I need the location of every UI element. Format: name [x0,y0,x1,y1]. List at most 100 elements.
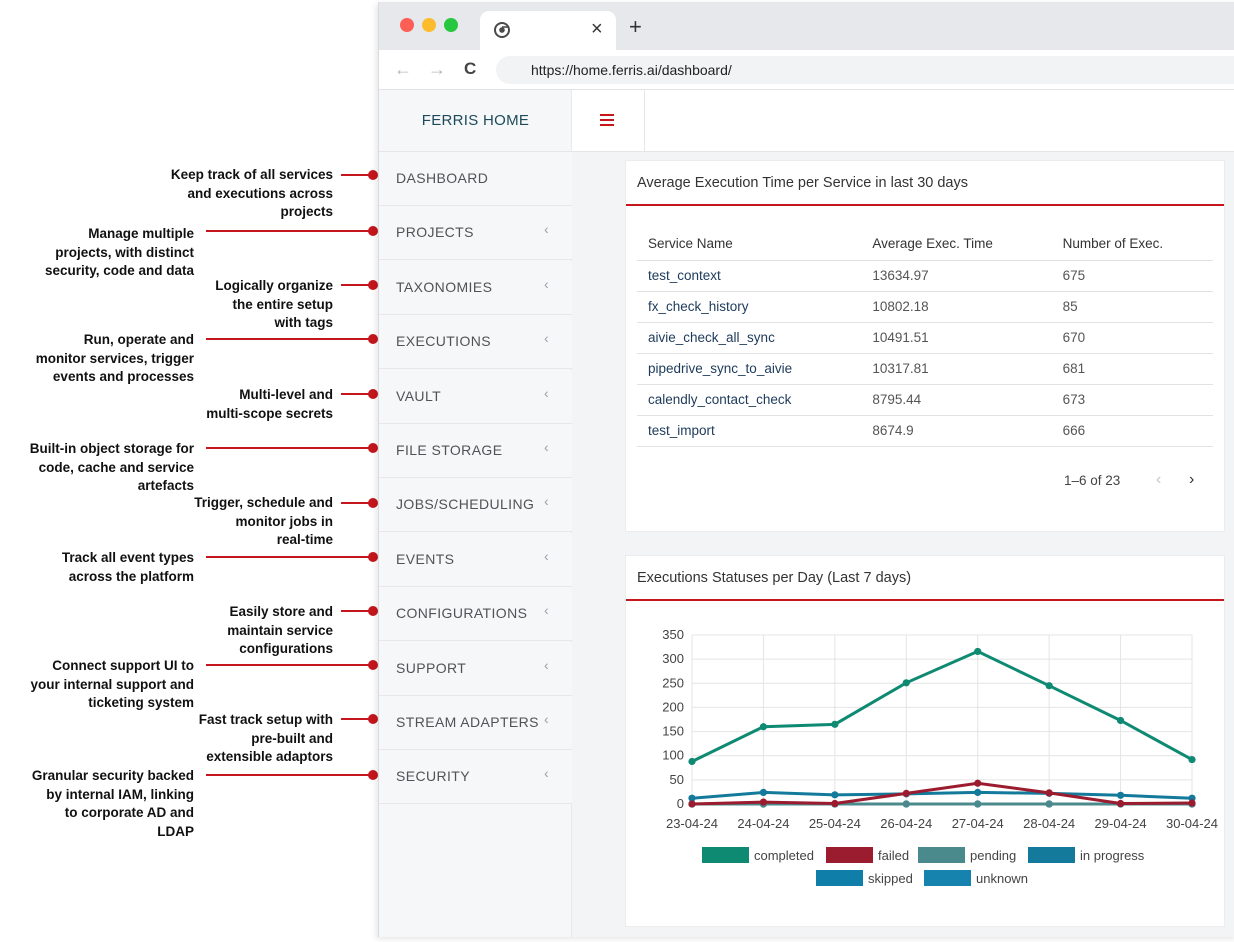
data-point [902,789,910,797]
sidebar-item-label: CONFIGURATIONS [396,605,528,622]
sidebar-item-vault[interactable]: VAULT ‹ [379,369,572,424]
x-tick-label: 29-04-24 [1095,816,1147,831]
sidebar-item-security[interactable]: SECURITY ‹ [379,750,572,805]
annotation-line: projects, with distinct [55,244,194,260]
annotation-text: Logically organize the entire setup with t… [215,277,333,333]
sidebar-item-support[interactable]: SUPPORT ‹ [379,641,572,696]
x-tick-label: 23-04-24 [666,816,718,831]
next-page-button[interactable]: › [1189,471,1194,489]
data-point [759,788,768,797]
chevron-left-icon: ‹ [544,547,549,564]
sidebar-item-executions[interactable]: EXECUTIONS ‹ [379,315,572,370]
brand-header[interactable]: FERRIS HOME [379,90,572,152]
browser-tab[interactable]: × [480,11,616,50]
data-point [1116,716,1125,725]
data-point [759,723,768,731]
exec-count-cell: 85 [1051,291,1213,323]
annotation-line: projects [280,204,333,219]
reload-icon[interactable]: C [464,59,476,79]
close-window-button[interactable] [400,18,414,32]
column-header[interactable]: Service Name [637,228,862,261]
annotation-leader-line [206,230,373,232]
avg-exec-time-cell: 8795.44 [861,384,1052,416]
annotation-line: Connect support UI to [52,658,194,673]
annotation-line: Logically organize [215,278,333,293]
sidebar-item-file-storage[interactable]: FILE STORAGE ‹ [379,424,572,478]
data-point [1116,799,1125,808]
forward-arrow-icon[interactable]: → [428,59,446,79]
annotation-line: Keep track of all services [170,167,333,182]
chevron-left-icon: ‹ [544,330,549,347]
sidebar-item-jobs-scheduling[interactable]: JOBS/SCHEDULING ‹ [379,478,572,533]
sidebar-item-label: JOBS/SCHEDULING [396,496,535,513]
card-divider [626,204,1224,206]
annotation-text: Connect support UI to your internal suppo… [30,657,194,713]
sidebar-item-label: SECURITY [396,768,470,785]
data-point [759,798,768,806]
screenshot-root: Keep track of all services and executions… [0,0,1234,942]
service-name-cell: test_context [637,260,862,292]
exec-time-card-title: Average Execution Time per Service in la… [637,175,968,191]
tab-close-icon[interactable]: × [591,18,603,41]
sidebar-item-projects[interactable]: PROJECTS ‹ [379,206,572,261]
annotation-line: monitor services, trigger [35,350,194,366]
table-row[interactable]: calendly_contact_check 8795.44 673 [637,384,1213,416]
chevron-left-icon: ‹ [544,765,549,782]
chevron-left-icon: ‹ [544,602,549,619]
legend-label: skipped [868,871,913,886]
exec-count-cell: 670 [1051,322,1213,354]
annotation-line: pre-built and [251,730,333,746]
annotation-line: code, cache and service [38,459,194,475]
table-row[interactable]: pipedrive_sync_to_aivie 10317.81 681 [637,353,1213,385]
sidebar-item-dashboard[interactable]: DASHBOARD [379,152,572,206]
back-arrow-icon[interactable]: ← [394,59,412,79]
prev-page-button[interactable]: ‹ [1156,471,1161,489]
table-row[interactable]: fx_check_history 10802.18 85 [637,291,1213,323]
maximize-window-button[interactable] [444,18,458,32]
exec-time-card: Average Execution Time per Service in la… [625,160,1225,532]
column-header[interactable]: Average Exec. Time [861,228,1052,261]
annotation-dot [368,770,378,780]
sidebar-item-label: EXECUTIONS [396,333,492,350]
new-tab-button[interactable]: + [629,16,642,38]
sidebar-item-stream-adapters[interactable]: STREAM ADAPTERS ‹ [379,696,572,750]
annotation-dot [368,552,378,562]
annotation-text: Manage multiple projects, with distinct se… [45,225,194,281]
annotation-line: and executions across [187,185,333,201]
url-field[interactable]: https://home.ferris.ai/dashboard/ [496,56,1234,84]
sidebar-item-configurations[interactable]: CONFIGURATIONS ‹ [379,587,572,642]
chevron-left-icon: ‹ [544,439,549,455]
data-point [1188,799,1196,807]
table-row[interactable]: test_import 8674.9 666 [637,415,1213,447]
annotation-line: extensible adaptors [206,749,333,764]
table-row[interactable]: aivie_check_all_sync 10491.51 670 [637,322,1213,354]
annotation-text: Trigger, schedule and monitor jobs in real… [194,494,333,550]
service-name-cell: calendly_contact_check [637,384,862,416]
annotation-line: maintain service [227,622,333,638]
table-row[interactable]: test_context 13634.97 675 [637,260,1213,292]
annotation-text: Fast track setup with pre-built and extens… [199,711,333,767]
y-tick-label: 100 [662,748,684,763]
sidebar-item-label: TAXONOMIES [396,278,493,295]
status-chart-card: Executions Statuses per Day (Last 7 days… [625,555,1225,927]
sidebar-item-taxonomies[interactable]: TAXONOMIES ‹ [379,260,572,315]
annotation-line: Manage multiple [88,226,194,241]
minimize-window-button[interactable] [422,18,436,32]
sidebar-item-events[interactable]: EVENTS ‹ [379,532,572,587]
annotation-leader-line [206,556,373,558]
x-tick-label: 26-04-24 [880,816,932,831]
browser-window: × + ← → C https://home.ferris.ai/dashboa… [378,2,1234,937]
hamburger-menu-icon[interactable] [600,114,614,126]
service-table: Service Name Average Exec. Time Number o… [637,228,1213,447]
annotation-text: Run, operate and monitor services, trigge… [36,331,194,387]
column-header[interactable]: Number of Exec. [1051,228,1213,261]
annotation-line: configurations [239,641,333,656]
data-point [831,720,839,728]
status-line-chart: 0 50 100 150 200 250 300 350 23-04-24 24-04-24 25-… [662,627,1218,886]
annotation-line: with tags [274,315,333,330]
annotation-dot [368,443,378,453]
y-tick-label: 0 [677,796,684,811]
annotation-line: by internal IAM, linking [46,786,194,802]
annotation-line: artefacts [137,478,194,493]
url-text: https://home.ferris.ai/dashboard/ [531,62,732,78]
